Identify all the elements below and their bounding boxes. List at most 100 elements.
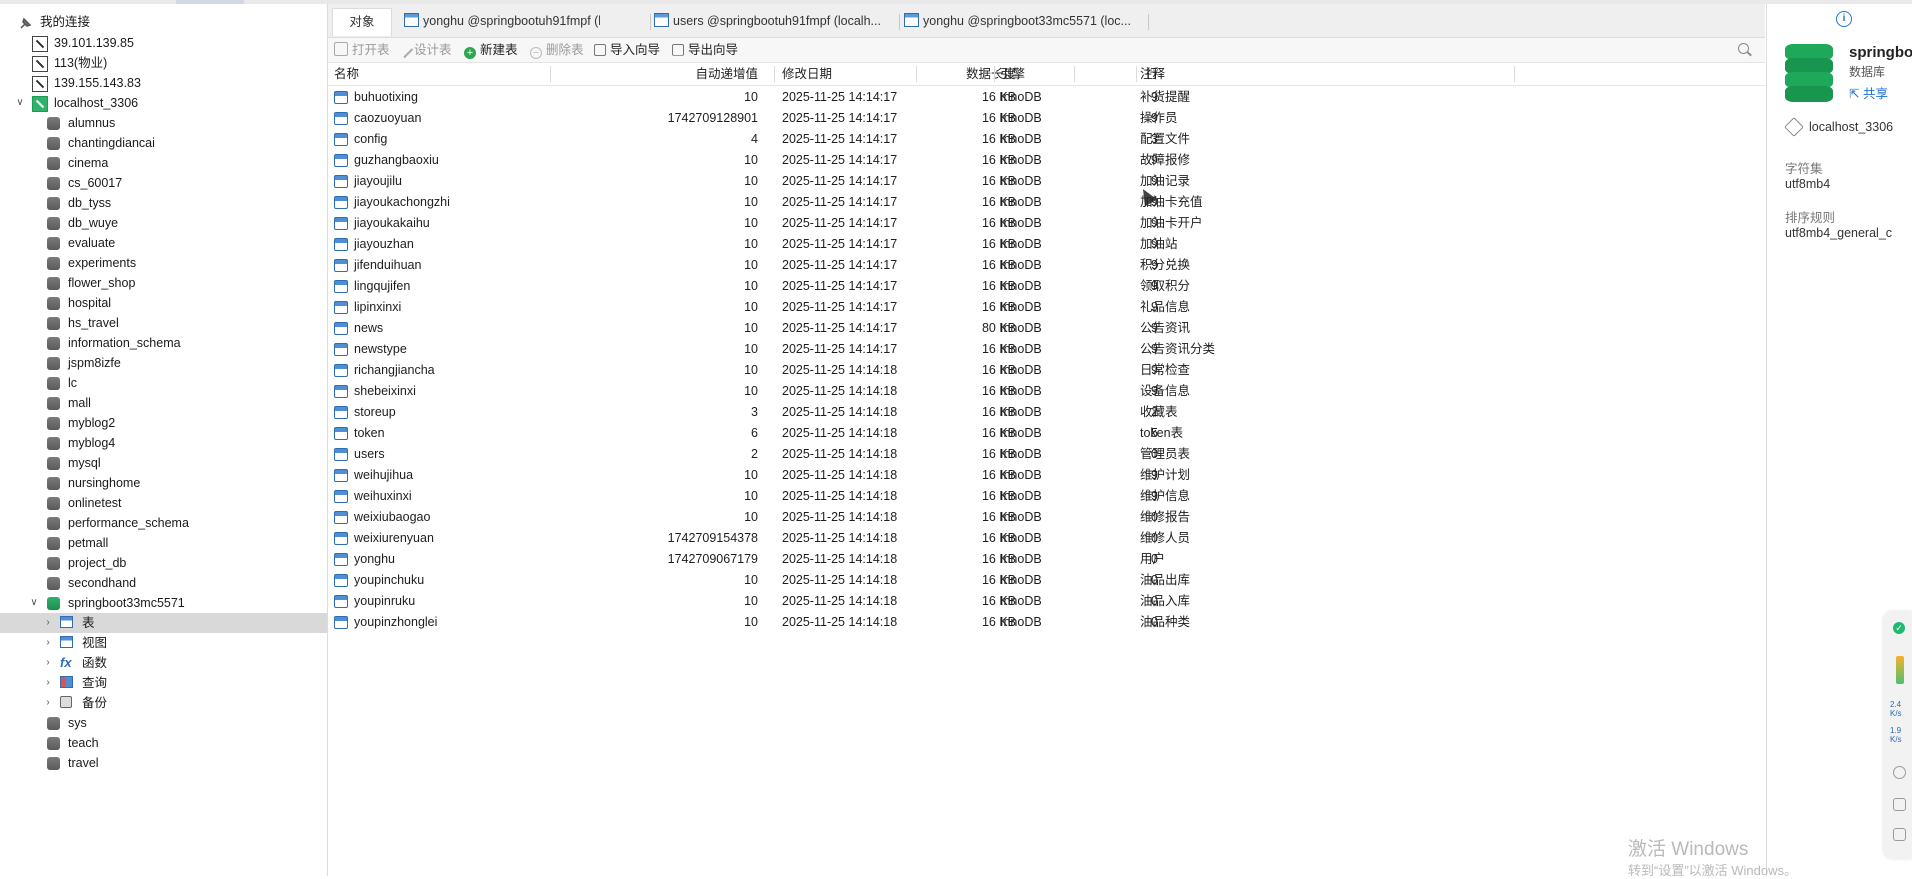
chevron-right-icon[interactable]: ›	[42, 693, 54, 713]
col-modified-header[interactable]: 修改日期	[782, 63, 832, 85]
col-comment-header[interactable]: 注释	[1140, 63, 1165, 85]
database-item[interactable]: alumnus	[0, 113, 327, 133]
database-item[interactable]: nursinghome	[0, 473, 327, 493]
database-item[interactable]: onlinetest	[0, 493, 327, 513]
database-item[interactable]: lc	[0, 373, 327, 393]
connection-item[interactable]: 39.101.139.85	[0, 33, 327, 53]
database-item[interactable]: mysql	[0, 453, 327, 473]
table-row[interactable]: storeup 3 2025-11-25 14:14:18 16 KB InnoDB 2 收…	[328, 402, 1765, 423]
col-autoinc-header[interactable]: 自动递增值	[558, 63, 758, 85]
table-row[interactable]: newstype 10 2025-11-25 14:14:17 16 KB InnoDB…	[328, 339, 1765, 360]
cell-name: jiayoukakaihu	[354, 216, 430, 230]
table-row[interactable]: config 4 2025-11-25 14:14:17 16 KB InnoDB 3 配置…	[328, 129, 1765, 150]
database-item[interactable]: hospital	[0, 293, 327, 313]
screenshot-icon[interactable]	[1893, 798, 1906, 811]
col-divider	[774, 66, 775, 82]
chevron-down-icon[interactable]: ∨	[28, 593, 40, 613]
table-row[interactable]: buhuotixing 10 2025-11-25 14:14:17 16 KB Inn…	[328, 87, 1765, 108]
database-item[interactable]: secondhand	[0, 573, 327, 593]
tab-users-springbootuh91fmpf[interactable]: users @springbootuh91fmpf (localh...	[654, 8, 898, 35]
tree-root[interactable]: 我的连接	[0, 12, 327, 32]
tab-yonghu-springboot33mc5571[interactable]: yonghu @springboot33mc5571 (loc...	[904, 8, 1148, 35]
table-row[interactable]: weixiurenyuan 1742709154378 2025-11-25 14:…	[328, 528, 1765, 549]
database-item[interactable]: jspm8izfe	[0, 353, 327, 373]
new-table-button[interactable]: + 新建表	[464, 38, 518, 62]
table-row[interactable]: yonghu 1742709067179 2025-11-25 14:14:18 16…	[328, 549, 1765, 570]
database-item[interactable]: evaluate	[0, 233, 327, 253]
clean-icon[interactable]	[1893, 766, 1906, 779]
database-item[interactable]: myblog4	[0, 433, 327, 453]
table-row[interactable]: jiayouzhan 10 2025-11-25 14:14:17 16 KB Inno…	[328, 234, 1765, 255]
chevron-right-icon[interactable]: ›	[42, 673, 54, 693]
search-tool-icon[interactable]	[1893, 828, 1906, 841]
sidebar-item-functions[interactable]: › fx 函数	[0, 653, 327, 673]
connection-item[interactable]: 139.155.143.83	[0, 73, 327, 93]
database-item[interactable]: travel	[0, 753, 327, 773]
sidebar-item-views[interactable]: › 视图	[0, 633, 327, 653]
chevron-right-icon[interactable]: ›	[42, 633, 54, 653]
database-item[interactable]: chantingdiancai	[0, 133, 327, 153]
chevron-down-icon[interactable]: ∨	[14, 93, 26, 113]
table-row[interactable]: jiayoukakaihu 10 2025-11-25 14:14:17 16 KB I…	[328, 213, 1765, 234]
table-row[interactable]: youpinzhonglei 10 2025-11-25 14:14:18 16 KB…	[328, 612, 1765, 633]
table-row[interactable]: youpinruku 10 2025-11-25 14:14:18 16 KB Inno…	[328, 591, 1765, 612]
database-item[interactable]: ∨ springboot33mc5571	[0, 593, 327, 613]
search-icon[interactable]	[1738, 43, 1749, 54]
cell-auto-inc: 10	[744, 90, 758, 104]
share-link[interactable]: ⇱ 共享	[1849, 83, 1888, 102]
database-item[interactable]: hs_travel	[0, 313, 327, 333]
col-engine-header[interactable]: 引擎	[1000, 63, 1025, 85]
table-row[interactable]: richangjiancha 10 2025-11-25 14:14:18 16 KB…	[328, 360, 1765, 381]
database-item[interactable]: db_tyss	[0, 193, 327, 213]
database-item[interactable]: cs_60017	[0, 173, 327, 193]
sidebar-item-queries[interactable]: › 查询	[0, 673, 327, 693]
import-wizard-button[interactable]: 导入向导	[594, 38, 660, 62]
connection-tree[interactable]: 我的连接 39.101.139.85 113(物业) 139.155.143.83 ∨…	[0, 4, 328, 876]
system-monitor-widget[interactable]: ✓ 2.4 K/s 1.9 K/s	[1884, 612, 1912, 858]
delete-table-button[interactable]: − 删除表	[530, 38, 584, 62]
table-row[interactable]: shebeixinxi 10 2025-11-25 14:14:18 16 KB Inn…	[328, 381, 1765, 402]
design-table-button[interactable]: 设计表	[394, 38, 452, 62]
export-wizard-button[interactable]: 导出向导	[672, 38, 738, 62]
table-row[interactable]: token 6 2025-11-25 14:14:18 16 KB InnoDB 5 tok…	[328, 423, 1765, 444]
tab-yonghu-springbootuh91fmpf[interactable]: yonghu @springbootuh91fmpf (loca...	[404, 8, 600, 35]
database-item[interactable]: db_wuye	[0, 213, 327, 233]
table-row[interactable]: jiayoukachongzhi 10 2025-11-25 14:14:17 16 …	[328, 192, 1765, 213]
tab-objects[interactable]: 对象	[332, 8, 392, 36]
table-row[interactable]: news 10 2025-11-25 14:14:17 80 KB InnoDB 9 公告资…	[328, 318, 1765, 339]
sidebar-item-tables[interactable]: › 表	[0, 613, 327, 633]
table-row[interactable]: lingqujifen 10 2025-11-25 14:14:17 16 KB Inn…	[328, 276, 1765, 297]
database-item[interactable]: information_schema	[0, 333, 327, 353]
cell-engine: InnoDB	[1000, 216, 1042, 230]
database-item[interactable]: performance_schema	[0, 513, 327, 533]
sidebar-item-backups[interactable]: › 备份	[0, 693, 327, 713]
database-item[interactable]: mall	[0, 393, 327, 413]
connection-item[interactable]: ∨ localhost_3306	[0, 93, 327, 113]
chevron-right-icon[interactable]: ›	[42, 613, 54, 633]
table-row[interactable]: youpinchuku 10 2025-11-25 14:14:18 16 KB Inn…	[328, 570, 1765, 591]
open-table-button[interactable]: 打开表	[334, 38, 390, 62]
info-icon[interactable]: i	[1836, 11, 1852, 27]
table-row[interactable]: lipinxinxi 10 2025-11-25 14:14:17 16 KB Inno…	[328, 297, 1765, 318]
database-item[interactable]: teach	[0, 733, 327, 753]
database-item[interactable]: experiments	[0, 253, 327, 273]
table-row[interactable]: jiayoujilu 10 2025-11-25 14:14:17 16 KB Inno…	[328, 171, 1765, 192]
col-name-header[interactable]: 名称	[334, 63, 359, 85]
table-row[interactable]: guzhangbaoxiu 10 2025-11-25 14:14:17 16 KB I…	[328, 150, 1765, 171]
table-row[interactable]: weixiubaogao 10 2025-11-25 14:14:18 16 KB In…	[328, 507, 1765, 528]
connection-item[interactable]: 113(物业)	[0, 53, 327, 73]
table-row[interactable]: caozuoyuan 1742709128901 2025-11-25 14:14:…	[328, 108, 1765, 129]
table-row[interactable]: weihuxinxi 10 2025-11-25 14:14:18 16 KB Inno…	[328, 486, 1765, 507]
database-item[interactable]: sys	[0, 713, 327, 733]
cell-comment: 公告资讯	[1140, 321, 1191, 335]
memory-bar-icon	[1896, 656, 1904, 684]
table-row[interactable]: jifenduihuan 10 2025-11-25 14:14:17 16 KB In…	[328, 255, 1765, 276]
table-row[interactable]: weihujihua 10 2025-11-25 14:14:18 16 KB Inno…	[328, 465, 1765, 486]
chevron-right-icon[interactable]: ›	[42, 653, 54, 673]
table-row[interactable]: users 2 2025-11-25 14:14:18 16 KB InnoDB 0 管理员…	[328, 444, 1765, 465]
database-item[interactable]: myblog2	[0, 413, 327, 433]
database-item[interactable]: cinema	[0, 153, 327, 173]
database-item[interactable]: petmall	[0, 533, 327, 553]
database-item[interactable]: flower_shop	[0, 273, 327, 293]
database-item[interactable]: project_db	[0, 553, 327, 573]
